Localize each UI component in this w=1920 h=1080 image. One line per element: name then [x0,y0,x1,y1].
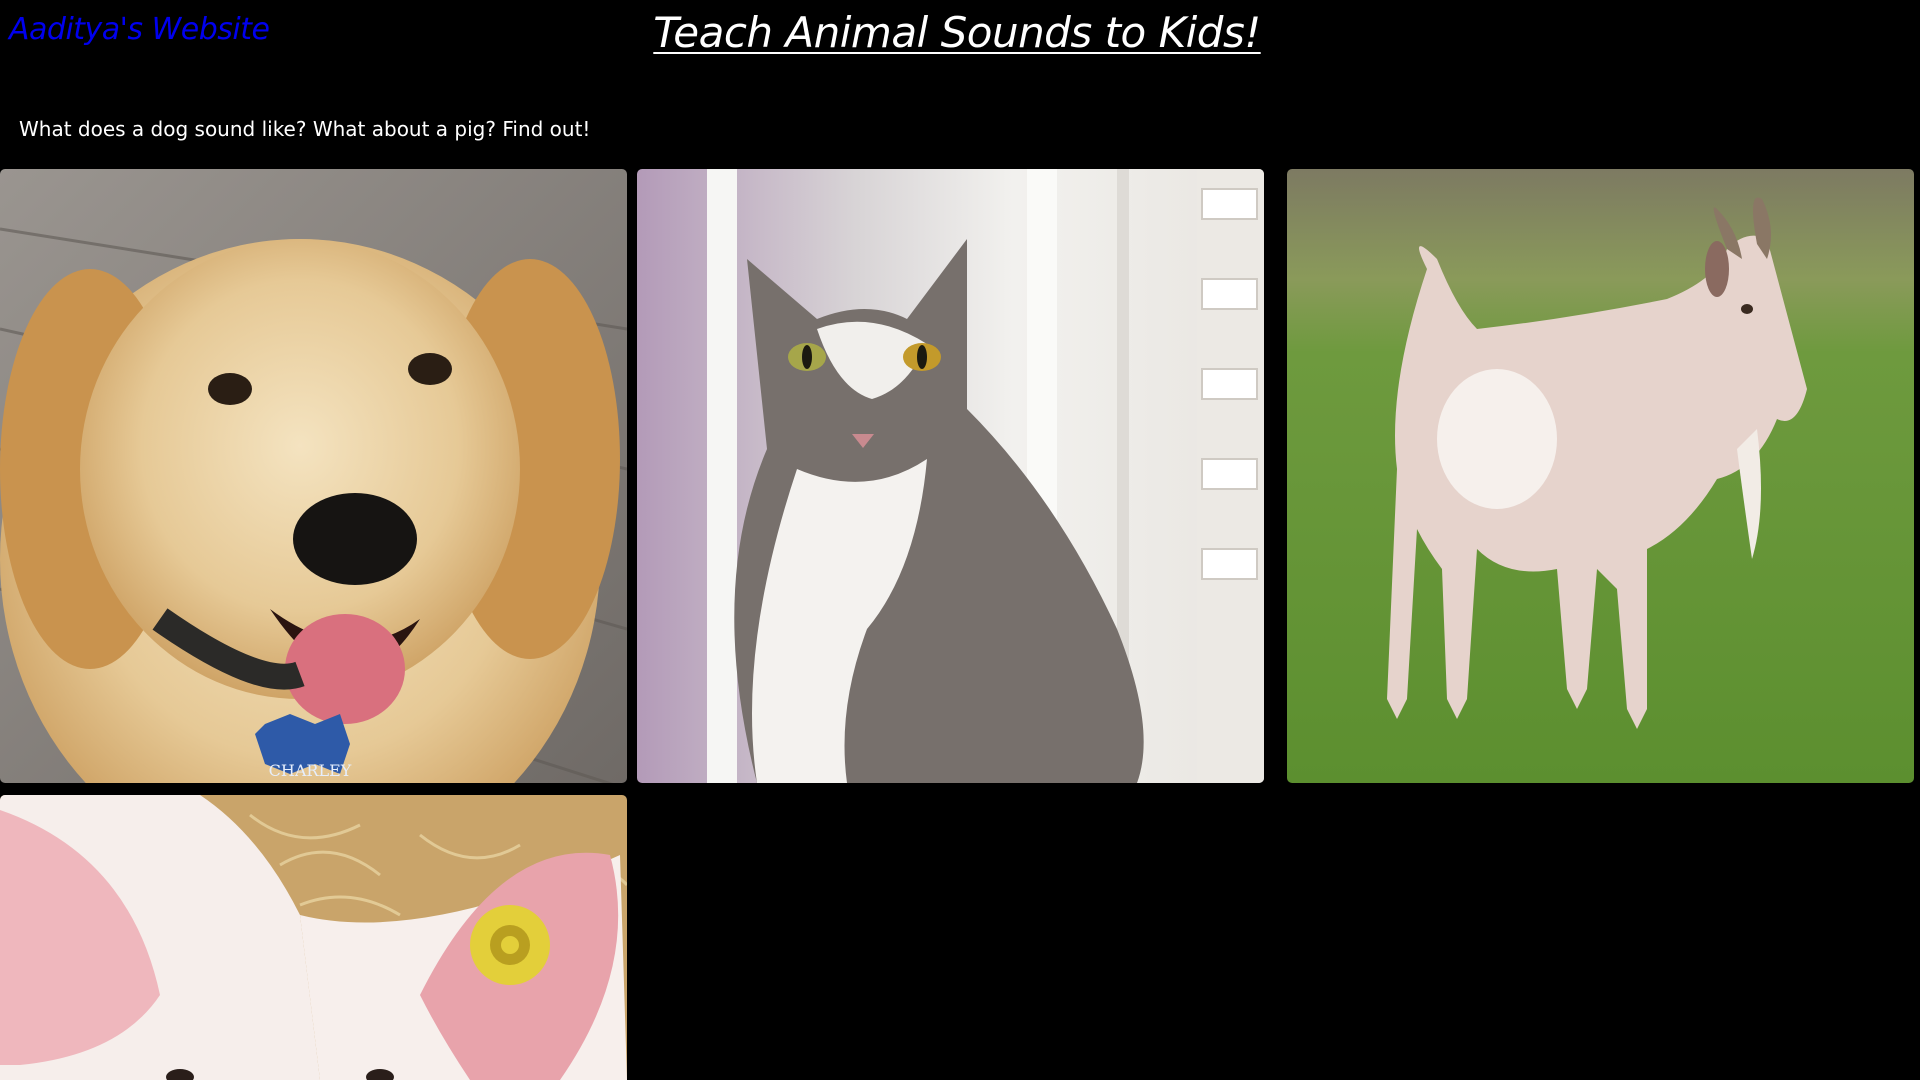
dog-photo: CHARLEY [0,169,627,783]
intro-text: What does a dog sound like? What about a… [19,117,591,141]
pig-image-button[interactable] [0,795,627,1080]
goat-photo [1287,169,1914,783]
page-title: Teach Animal Sounds to Kids! [653,8,1261,57]
goat-image-button[interactable] [1287,169,1914,783]
dog-tag-text: CHARLEY [269,761,352,780]
cat-image-button[interactable] [637,169,1264,783]
pig-photo [0,795,627,1080]
dog-image-button[interactable]: CHARLEY [0,169,627,783]
cat-photo [637,169,1264,783]
